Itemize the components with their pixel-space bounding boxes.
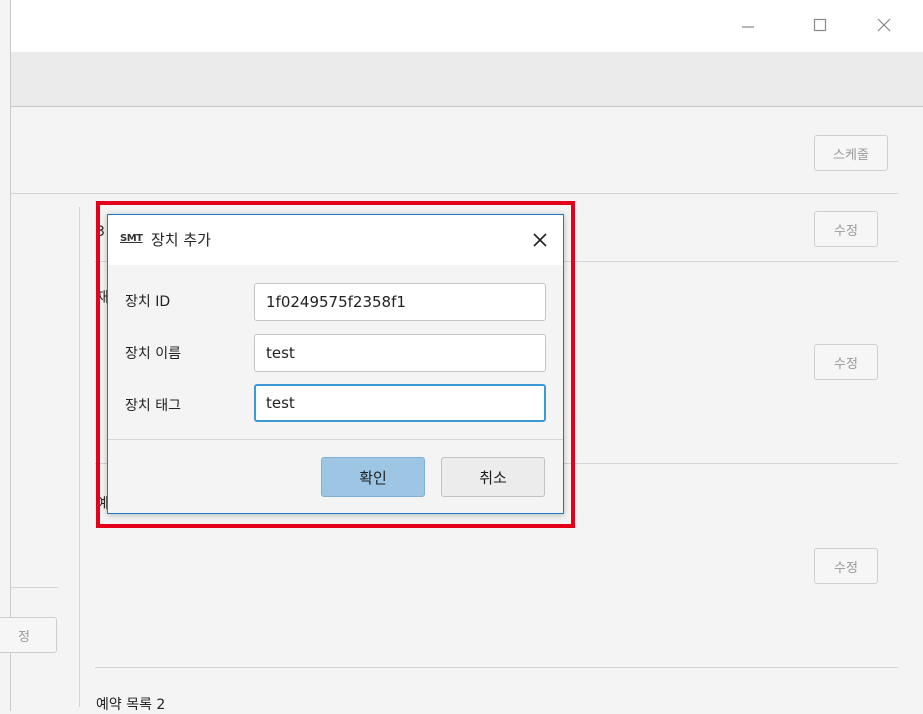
- cancel-button[interactable]: 취소: [441, 457, 545, 497]
- edit-button-left[interactable]: 정: [0, 617, 57, 653]
- dialog-divider: [108, 439, 563, 440]
- add-device-dialog: SMT 장치 추가 장치 ID 장치 이름 장치 태그 확인 취소: [107, 214, 564, 514]
- device-id-label: 장치 ID: [125, 294, 171, 310]
- divider: [11, 587, 58, 588]
- title-bar: [11, 0, 923, 52]
- minimize-icon[interactable]: [728, 10, 768, 40]
- dialog-title-bar: SMT 장치 추가: [108, 215, 563, 265]
- dialog-close-icon[interactable]: [527, 227, 553, 253]
- edit-button-3[interactable]: 수정: [814, 548, 878, 584]
- edit-button-2[interactable]: 수정: [814, 344, 878, 380]
- toolbar: [11, 52, 923, 107]
- dialog-title: 장치 추가: [151, 231, 211, 249]
- device-id-input[interactable]: [254, 283, 546, 321]
- section-stub-1: 3: [96, 224, 105, 240]
- edit-button-1[interactable]: 수정: [814, 211, 878, 247]
- maximize-icon[interactable]: [800, 10, 840, 40]
- divider: [11, 193, 898, 194]
- device-tag-label: 장치 태그: [125, 398, 181, 414]
- device-name-label: 장치 이름: [125, 346, 181, 362]
- divider-vertical: [79, 207, 80, 707]
- device-tag-input[interactable]: [254, 384, 546, 422]
- schedule-button[interactable]: 스케줄: [814, 135, 888, 171]
- ok-button[interactable]: 확인: [321, 457, 425, 497]
- section-label-reservations: 예약 목록 2: [96, 697, 166, 713]
- app-logo: SMT: [120, 233, 143, 244]
- device-name-input[interactable]: [254, 334, 546, 372]
- close-icon[interactable]: [864, 10, 904, 40]
- divider: [95, 667, 898, 668]
